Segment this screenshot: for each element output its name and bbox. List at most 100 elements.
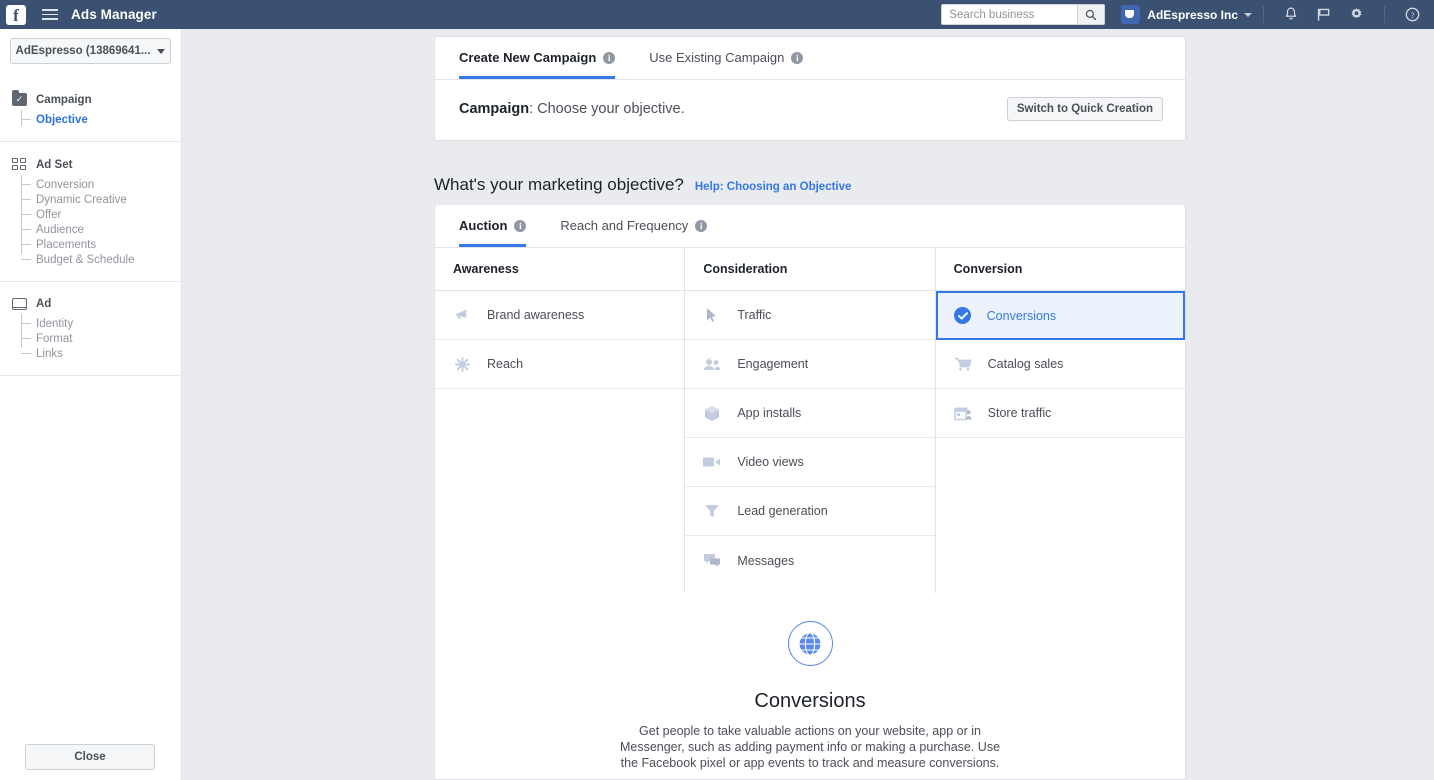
notifications-bell-button[interactable] [1284,7,1298,22]
sidebar-header-label: Campaign [36,93,92,106]
campaign-icon: ✓ [12,90,27,106]
objective-item-catalog-sales[interactable]: Catalog sales [935,340,1185,389]
cursor-icon [703,307,721,323]
switch-to-quick-creation-button[interactable]: Switch to Quick Creation [1006,97,1163,121]
tab-label: Create New Campaign [459,50,597,65]
objective-item-label: Catalog sales [987,357,1064,371]
info-icon[interactable]: i [603,51,616,64]
search-icon [1086,9,1097,20]
gear-icon [1351,8,1362,19]
column-header: Consideration [685,248,935,291]
sidebar-header-label: Ad Set [36,158,73,171]
objective-item-brand-awareness[interactable]: Brand awareness [435,291,685,340]
svg-text:?: ? [1411,10,1415,20]
sidebar-header-ad[interactable]: Ad [0,298,181,310]
sidebar-item-audience[interactable]: Audience [21,222,181,237]
objective-grid: Awareness Brand awareness Reach Consider… [435,248,1185,593]
objective-item-lead-generation[interactable]: Lead generation [685,487,935,536]
objective-item-label: Engagement [737,357,809,371]
sidebar-header-adset[interactable]: Ad Set [0,158,181,171]
campaign-instruction: Campaign: Choose your objective. [459,101,685,117]
account-name[interactable]: AdEspresso Inc [1147,8,1238,22]
campaign-objective-row: Campaign: Choose your objective. Switch … [435,80,1185,140]
sidebar-header-label: Ad [36,298,52,310]
info-icon[interactable]: i [695,219,708,232]
objective-item-video-views[interactable]: Video views [685,438,935,487]
sidebar-section-campaign: ✓ Campaign Objective [0,77,181,142]
sidebar-item-links[interactable]: Links [21,346,181,361]
sidebar-section-ad: Ad Identity Format Links [0,282,181,376]
sidebar-item-budget-schedule[interactable]: Budget & Schedule [21,252,181,267]
storefront-icon [953,406,972,421]
sidebar-subnav-campaign: Objective [0,110,181,127]
objective-item-label: Lead generation [737,504,828,518]
megaphone-icon [453,308,471,322]
sidebar-item-conversion[interactable]: Conversion [21,177,181,192]
sidebar-item-label: Identity [36,317,74,330]
sidebar-item-label: Offer [36,208,62,221]
tab-auction[interactable]: Auction i [459,205,527,247]
objective-item-reach[interactable]: Reach [435,340,685,389]
app-title: Ads Manager [71,7,157,22]
objective-item-app-installs[interactable]: App installs [685,389,935,438]
objective-item-label: Traffic [737,308,772,322]
objective-item-engagement[interactable]: Engagement [685,340,935,389]
facebook-logo[interactable]: f [6,4,26,25]
sidebar-header-campaign[interactable]: ✓ Campaign [0,90,181,106]
objective-column-awareness: Awareness Brand awareness Reach [435,248,686,593]
objective-item-label: Store traffic [987,406,1052,420]
sidebar-item-label: Placements [36,238,97,251]
column-header: Conversion [935,248,1185,291]
search-input[interactable] [941,4,1078,25]
help-icon: ? [1405,7,1420,22]
globe-icon [787,621,833,666]
box-icon [703,405,721,422]
objective-item-label: Reach [487,357,524,371]
objective-item-label: Video views [737,455,804,469]
objective-item-label: Brand awareness [487,308,585,322]
sidebar-subnav-adset: Conversion Dynamic Creative Offer Audien… [0,175,181,267]
search-button[interactable] [1077,4,1106,25]
avatar[interactable] [1121,5,1141,24]
objective-item-traffic[interactable]: Traffic [685,291,935,340]
sidebar-item-objective[interactable]: Objective [21,112,181,127]
chevron-down-icon[interactable] [1244,12,1252,17]
objective-item-label: Messages [737,553,795,568]
sidebar-item-format[interactable]: Format [21,331,181,346]
flag-button[interactable] [1316,7,1331,22]
objective-heading-row: What's your marketing objective? Help: C… [434,175,851,195]
sidebar-section-adset: Ad Set Conversion Dynamic Creative Offer… [0,142,181,282]
check-circle-icon [954,307,972,324]
sidebar-item-label: Budget & Schedule [36,253,135,266]
hamburger-menu-icon[interactable] [42,6,58,23]
sidebar-item-placements[interactable]: Placements [21,237,181,252]
objective-item-store-traffic[interactable]: Store traffic [935,389,1185,438]
account-selector[interactable]: AdEspresso (13869641... [10,38,171,64]
tab-reach-and-frequency[interactable]: Reach and Frequency i [560,205,708,247]
tab-create-new-campaign[interactable]: Create New Campaign i [459,36,616,79]
detail-title: Conversions [754,690,866,712]
close-button[interactable]: Close [25,744,155,770]
objective-panel: Auction i Reach and Frequency i Awarenes… [434,205,1186,780]
info-icon[interactable]: i [514,219,527,232]
divider [1384,6,1385,23]
sidebar-item-offer[interactable]: Offer [21,207,181,222]
objective-column-conversion: Conversion Conversions Catalog sales Sto… [935,248,1185,593]
sidebar-item-identity[interactable]: Identity [21,316,181,331]
campaign-instruction-text: : Choose your objective. [529,101,685,117]
help-choosing-objective-link[interactable]: Help: Choosing an Objective [695,181,852,193]
objective-item-conversions[interactable]: Conversions [935,291,1185,340]
info-icon[interactable]: i [791,51,804,64]
objective-item-messages[interactable]: Messages [685,536,934,585]
tab-use-existing-campaign[interactable]: Use Existing Campaign i [649,36,804,79]
sidebar-item-label: Dynamic Creative [36,193,127,206]
reach-star-icon [453,356,471,373]
bell-icon [1285,7,1297,20]
help-button[interactable]: ? [1405,7,1420,22]
topbar-right-group: AdEspresso Inc ? [941,0,1434,29]
campaign-label: Campaign [459,101,530,117]
sidebar-item-dynamic-creative[interactable]: Dynamic Creative [21,192,181,207]
chevron-down-icon [157,48,166,54]
shopping-cart-icon [954,357,972,371]
settings-button[interactable] [1349,7,1364,22]
